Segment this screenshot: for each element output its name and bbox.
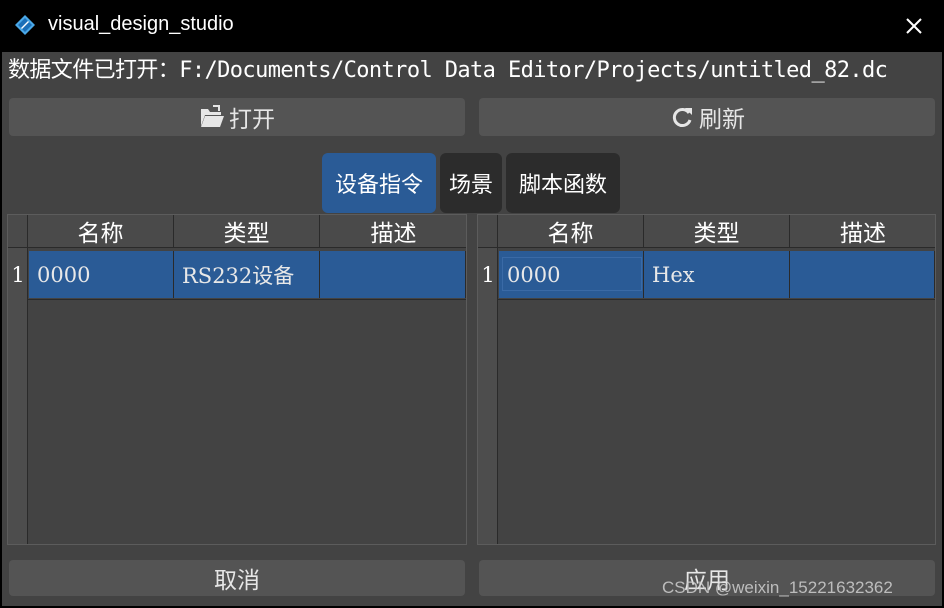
refresh-icon — [672, 108, 692, 127]
row-divider — [498, 299, 935, 300]
table-cell-description[interactable] — [320, 251, 466, 298]
file-status-label: 数据文件已打开：F:/Documents/Control Data Editor… — [8, 58, 888, 83]
close-button[interactable] — [898, 10, 930, 42]
cell-editor[interactable] — [502, 257, 642, 291]
row-number[interactable]: 1 — [8, 250, 28, 299]
table-corner — [8, 215, 28, 248]
window-title: visual_design_studio — [48, 13, 234, 35]
title-bar: visual_design_studio — [0, 0, 944, 52]
column-header-description[interactable]: 描述 — [320, 215, 466, 248]
watermark-text: CSDN @weixin_15221632362 — [662, 578, 893, 597]
tab-device-commands[interactable]: 设备指令 — [322, 153, 436, 213]
device-table[interactable]: 名称 类型 描述 1 0000 RS232设备 — [7, 214, 467, 545]
refresh-button[interactable]: 刷新 — [479, 98, 935, 136]
column-header-description[interactable]: 描述 — [790, 215, 935, 248]
column-header-type[interactable]: 类型 — [644, 215, 790, 248]
table-cell-description[interactable] — [790, 251, 935, 298]
table-cell-name[interactable]: 0000 — [29, 251, 174, 298]
row-number[interactable]: 1 — [478, 250, 498, 299]
table-corner — [478, 215, 498, 248]
cancel-button[interactable]: 取消 — [9, 560, 465, 596]
column-header-type[interactable]: 类型 — [174, 215, 320, 248]
column-header-name[interactable]: 名称 — [498, 215, 644, 248]
table-cell-type[interactable]: Hex — [644, 251, 790, 298]
open-button-label: 打开 — [229, 107, 275, 133]
cancel-button-label: 取消 — [214, 568, 260, 594]
column-header-name[interactable]: 名称 — [28, 215, 174, 248]
tab-label: 脚本函数 — [518, 173, 607, 198]
open-button[interactable]: 打开 — [9, 98, 465, 136]
close-icon — [906, 18, 922, 34]
pencil-diamond-icon — [14, 14, 36, 36]
tab-label: 场景 — [448, 173, 493, 198]
refresh-button-label: 刷新 — [699, 107, 745, 133]
tab-scenes[interactable]: 场景 — [440, 153, 502, 213]
row-divider — [28, 299, 466, 300]
tab-script-functions[interactable]: 脚本函数 — [506, 153, 620, 213]
command-table[interactable]: 名称 类型 描述 1 0000 Hex — [477, 214, 936, 545]
table-cell-type[interactable]: RS232设备 — [174, 251, 320, 298]
tab-label: 设备指令 — [334, 173, 423, 198]
folder-open-icon — [201, 105, 224, 127]
